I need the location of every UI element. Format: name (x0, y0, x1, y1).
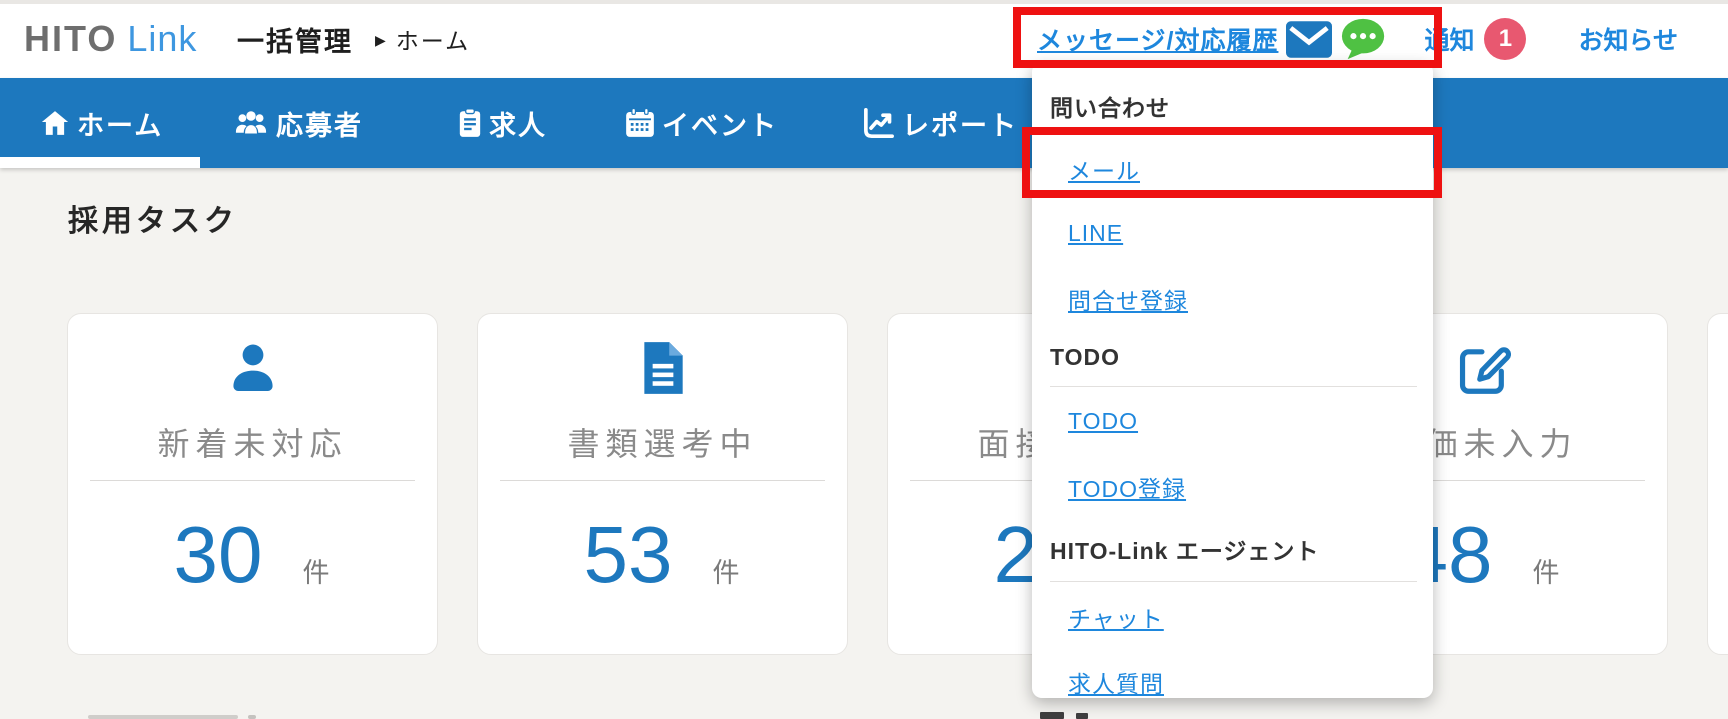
logo-text-hito: HITO (24, 18, 117, 60)
active-tab-indicator (0, 157, 200, 168)
report-chart-icon (863, 108, 895, 138)
dropdown-item-line[interactable]: LINE (1032, 201, 1433, 266)
news-link[interactable]: お知らせ (1578, 21, 1678, 57)
breadcrumb: 一括管理 ▶ ホーム (237, 0, 470, 78)
cutoff-content-sliver (248, 715, 256, 719)
card-value: 30 (174, 509, 263, 601)
tab-label: 求人 (489, 104, 547, 143)
hito-link-home-screen: HITO Link 一括管理 ▶ ホーム メッセージ/対応履歴 通知 1 お知ら… (0, 0, 1728, 719)
card-label: 書類選考中 (478, 419, 847, 465)
inquiry-register-link[interactable]: 問合せ登録 (1068, 282, 1188, 316)
tab-home[interactable]: ホーム (40, 78, 163, 168)
tab-label: 応募者 (276, 104, 363, 143)
task-card-clipped[interactable] (1707, 313, 1728, 655)
dropdown-divider (1050, 386, 1417, 387)
card-divider (500, 480, 825, 481)
card-unit: 件 (1532, 551, 1561, 590)
app-header: HITO Link 一括管理 ▶ ホーム メッセージ/対応履歴 通知 1 お知ら… (0, 0, 1728, 78)
card-value-row: 30 件 (68, 509, 437, 601)
dropdown-divider (1050, 581, 1417, 582)
tab-jobs[interactable]: 求人 (458, 78, 547, 168)
dropdown-item-mail[interactable]: メール (1032, 136, 1433, 201)
logo-text-link: Link (127, 18, 197, 60)
dropdown-item-todo-register[interactable]: TODO登録 (1032, 454, 1433, 519)
dropdown-item-todo[interactable]: TODO (1032, 389, 1433, 454)
task-card-new-unhandled[interactable]: 新着未対応 30 件 (67, 313, 438, 655)
document-icon (478, 338, 847, 398)
card-unit: 件 (302, 551, 331, 590)
tab-label: イベント (662, 104, 778, 143)
dropdown-section-header-todo: TODO (1032, 331, 1433, 384)
tab-applicants[interactable]: 応募者 (233, 78, 363, 168)
top-hairline (0, 0, 1728, 4)
notifications-link[interactable]: 通知 (1424, 21, 1474, 57)
dropdown-item-chat[interactable]: チャット (1032, 584, 1433, 649)
dropdown-item-job-question[interactable]: 求人質問 (1032, 649, 1433, 698)
home-icon (40, 108, 70, 138)
dropdown-section-header-inquiry: 問い合わせ (1032, 76, 1433, 136)
person-icon (68, 338, 437, 398)
todo-register-link[interactable]: TODO登録 (1068, 470, 1186, 504)
tab-label: レポート (902, 104, 1018, 143)
chat-link[interactable]: チャット (1068, 600, 1164, 634)
tab-reports[interactable]: レポート (863, 78, 1018, 168)
messages-history-dropdown: 問い合わせ メール LINE 問合せ登録 TODO TODO TODO登録 HI… (1032, 62, 1433, 698)
applicants-people-icon (233, 109, 269, 137)
card-unit: 件 (712, 551, 741, 590)
task-card-document-screening[interactable]: 書類選考中 53 件 (477, 313, 848, 655)
cutoff-heading-sliver (1076, 713, 1088, 719)
hito-link-logo: HITO Link (24, 0, 197, 78)
mail-icon[interactable] (1286, 21, 1332, 58)
breadcrumb-page: ホーム (396, 22, 470, 56)
cutoff-heading-sliver (1040, 712, 1064, 719)
breadcrumb-section: 一括管理 (237, 20, 353, 59)
messages-history-link[interactable]: メッセージ/対応履歴 (1037, 21, 1278, 57)
notification-count-badge[interactable]: 1 (1484, 18, 1526, 60)
main-navbar: ホーム 応募者 求人 イベント レポート (0, 78, 1728, 168)
line-link[interactable]: LINE (1068, 220, 1123, 247)
job-question-link[interactable]: 求人質問 (1068, 665, 1164, 699)
dropdown-section-header-agent: HITO-Link エージェント (1032, 519, 1433, 579)
job-clipboard-icon (458, 108, 482, 138)
tab-label: ホーム (77, 104, 163, 143)
card-value-row: 53 件 (478, 509, 847, 601)
card-value: 53 (584, 509, 673, 601)
chat-bubble-icon[interactable] (1340, 17, 1388, 61)
card-label: 新着未対応 (68, 419, 437, 465)
tab-events[interactable]: イベント (625, 78, 778, 168)
breadcrumb-arrow-icon: ▶ (375, 32, 386, 49)
section-title: 採用タスク (68, 196, 238, 240)
cutoff-content-sliver (88, 715, 238, 719)
card-divider (90, 480, 415, 481)
dropdown-item-inquiry-register[interactable]: 問合せ登録 (1032, 266, 1433, 331)
mail-link[interactable]: メール (1068, 152, 1140, 186)
todo-link[interactable]: TODO (1068, 408, 1138, 435)
event-calendar-icon (625, 108, 655, 138)
